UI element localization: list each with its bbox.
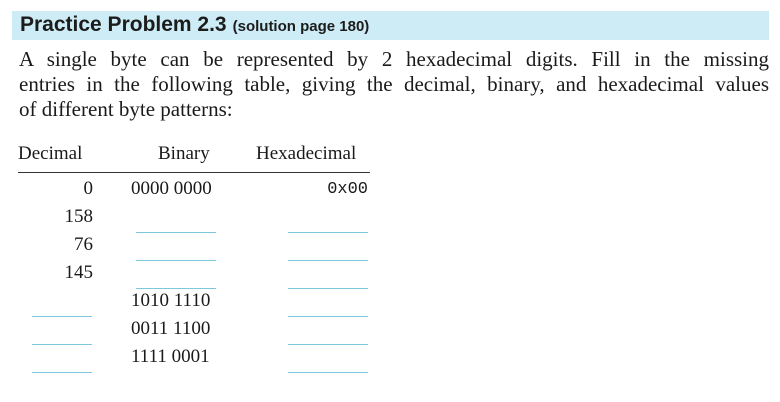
problem-header: Practice Problem 2.3 (solution page 180) bbox=[12, 11, 769, 40]
problem-title: Practice Problem 2.3 (solution page 180) bbox=[20, 13, 369, 37]
decimal-blank[interactable] bbox=[32, 372, 92, 373]
binary-value: 1111 0001 bbox=[131, 346, 210, 367]
header-decimal: Decimal bbox=[18, 143, 83, 164]
decimal-blank[interactable] bbox=[32, 316, 92, 317]
description-line: entries in the following table, giving t… bbox=[19, 72, 769, 96]
conversion-table: Decimal Binary Hexadecimal 0 0000 0000 0x0… bbox=[18, 141, 370, 381]
problem-title-text: Practice Problem 2.3 bbox=[20, 13, 227, 36]
decimal-value: 76 bbox=[74, 234, 93, 255]
binary-value: 0011 1100 bbox=[131, 318, 211, 339]
hex-blank[interactable] bbox=[288, 316, 368, 317]
header-rule bbox=[18, 172, 370, 173]
binary-value: 1010 1110 bbox=[131, 290, 211, 311]
header-hexadecimal: Hexadecimal bbox=[256, 143, 357, 164]
problem-description: A single byte can be represented by 2 he… bbox=[19, 47, 769, 122]
decimal-value: 0 bbox=[83, 178, 94, 199]
problem-subtitle: (solution page 180) bbox=[232, 18, 370, 35]
decimal-value: 158 bbox=[64, 206, 94, 227]
binary-blank[interactable] bbox=[136, 232, 216, 233]
binary-value: 0000 0000 bbox=[131, 178, 212, 199]
hex-blank[interactable] bbox=[288, 372, 368, 373]
header-binary: Binary bbox=[158, 143, 210, 164]
hex-blank[interactable] bbox=[288, 232, 368, 233]
binary-blank[interactable] bbox=[136, 260, 216, 261]
description-line: of different byte patterns: bbox=[19, 97, 233, 121]
hex-value: 0x00 bbox=[327, 180, 368, 199]
hex-blank[interactable] bbox=[288, 344, 368, 345]
hex-blank[interactable] bbox=[288, 288, 368, 289]
hex-blank[interactable] bbox=[288, 260, 368, 261]
description-line: A single byte can be represented by 2 he… bbox=[19, 47, 769, 71]
decimal-value: 145 bbox=[64, 262, 94, 283]
binary-blank[interactable] bbox=[136, 288, 216, 289]
decimal-blank[interactable] bbox=[32, 344, 92, 345]
